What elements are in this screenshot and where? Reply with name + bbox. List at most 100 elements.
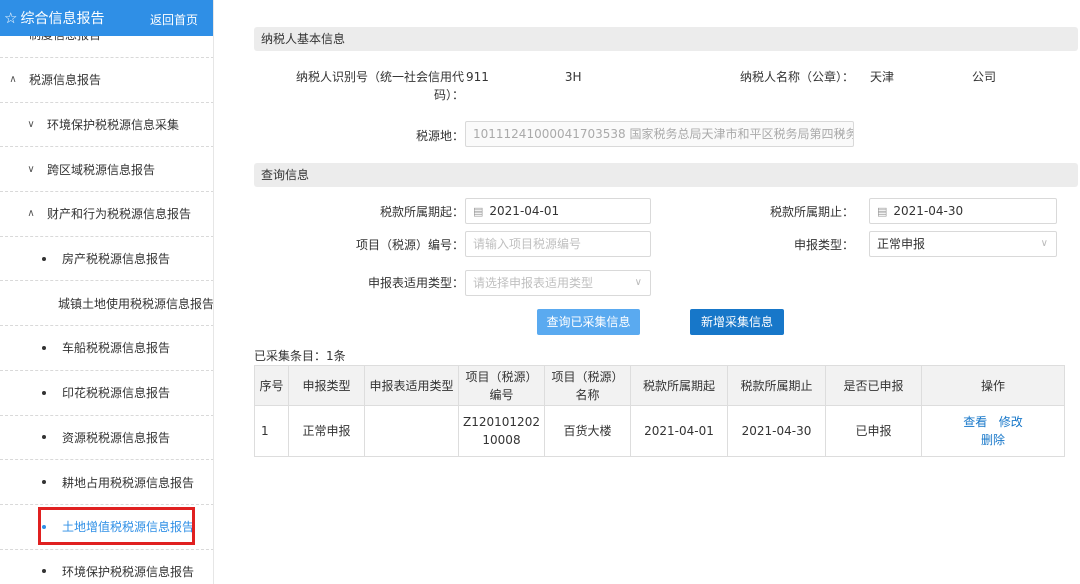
chevron-down-icon: ∨ [1040,238,1048,249]
bullet-icon [42,569,46,574]
cell-period-start: 2021-04-01 [630,405,728,457]
main-content: 纳税人基本信息 纳税人识别号（统一社会信用代码）： 911 3H 纳税人名称（公章… [214,0,1080,584]
chevron-up-icon: ∧ [27,208,35,220]
sidebar-item-label: 房产税税源信息报告 [62,252,171,267]
form-type-placeholder: 请选择申报表适用类型 [473,276,594,290]
taxpayer-id-label: 纳税人识别号（统一社会信用代码）： [295,70,464,102]
col-no: 序号 [254,365,289,406]
section-query-info: 查询信息 [254,163,1078,187]
sidebar-item-property-tax[interactable]: 房产税税源信息报告 [0,237,213,282]
taxpayer-name-label: 纳税人名称（公章）： [739,70,854,84]
home-link[interactable]: 返回首页 [150,11,198,28]
cell-form-type [364,405,459,457]
cell-operations: 查看 修改 删除 [921,405,1065,457]
sidebar-item-label: 城镇土地使用税税源信息报告 [58,296,214,311]
sidebar-item-label: 车船税税源信息报告 [62,341,171,356]
bullet-icon [42,435,46,440]
taxpayer-id-value: 911 3H [466,68,582,86]
col-declared: 是否已申报 [825,365,922,406]
sidebar-menu: ∨ 制度信息报告 ∧ 税源信息报告 ∨ 环境保护税税源信息采集 ∨ 跨区域税源信… [0,14,214,584]
taxpayer-name-value: 天津 公司 [870,68,996,86]
cell-item-name: 百货大楼 [544,405,631,457]
table-row: 1 正常申报 Z12010120210008 百货大楼 2021-04-01 2… [254,405,1065,457]
bullet-icon [42,256,46,261]
period-start-value: 2021-04-01 [489,204,560,218]
declare-type-value: 正常申报 [877,237,926,251]
col-period-start: 税款所属期起 [630,365,728,406]
tax-office-value: 10111241000041703538 国家税务总局天津市和平区税务局第四税务… [473,127,854,141]
taxpayer-name-prefix: 天津 [870,70,895,84]
sidebar-item-tax-source[interactable]: ∧ 税源信息报告 [0,58,213,103]
period-start-label: 税款所属期起： [379,205,464,219]
delete-link[interactable]: 删除 [981,433,1005,447]
chevron-down-icon: ∨ [837,128,845,139]
sidebar-item-label: 财产和行为税税源信息报告 [47,207,192,222]
taxpayer-id-suffix: 3H [564,70,582,84]
edit-link[interactable]: 修改 [999,415,1023,429]
cell-declared: 已申报 [825,405,922,457]
period-end-label: 税款所属期止： [769,205,854,219]
star-icon: ☆ [4,9,18,27]
period-start-input[interactable]: ▤ 2021-04-01 [465,198,651,224]
col-operations: 操作 [921,365,1065,406]
table-header-row: 序号 申报类型 申报表适用类型 项目（税源）编号 项目（税源）名称 税款所属期起… [254,365,1065,406]
chevron-up-icon: ∧ [9,74,17,86]
declare-type-select[interactable]: 正常申报 ∨ [869,231,1057,257]
col-form-type: 申报表适用类型 [364,365,459,406]
col-period-end: 税款所属期止 [727,365,826,406]
item-code-input[interactable]: 请输入项目税源编号 [465,231,651,257]
view-link[interactable]: 查看 [963,415,987,429]
app-root: ∨ 制度信息报告 ∧ 税源信息报告 ∨ 环境保护税税源信息采集 ∨ 跨区域税源信… [0,0,1080,584]
add-collect-button[interactable]: 新增采集信息 [690,309,784,335]
period-end-input[interactable]: ▤ 2021-04-30 [869,198,1057,224]
section-taxpayer-info: 纳税人基本信息 [254,27,1078,51]
calendar-icon: ▤ [473,205,484,218]
cell-declare-type: 正常申报 [288,405,365,457]
sidebar-header: ☆ 综合信息报告 返回首页 [0,0,213,36]
item-code-placeholder: 请输入项目税源编号 [473,237,582,251]
col-declare-type: 申报类型 [288,365,365,406]
chevron-down-icon: ∨ [27,119,35,131]
bullet-icon [42,345,46,350]
col-item-name: 项目（税源）名称 [544,365,631,406]
taxpayer-id-prefix: 911 [466,70,489,84]
chevron-down-icon: ∨ [27,163,35,175]
sidebar-item-label: 环境保护税税源信息报告 [62,564,195,579]
col-item-code: 项目（税源）编号 [458,365,545,406]
tax-office-label: 税源地： [415,129,464,143]
item-code-label: 项目（税源）编号： [355,238,464,252]
calendar-icon: ▤ [877,205,888,218]
sidebar-item-vehicle-tax[interactable]: 车船税税源信息报告 [0,326,213,371]
query-collected-button[interactable]: 查询已采集信息 [537,309,640,335]
tax-office-select[interactable]: 10111241000041703538 国家税务总局天津市和平区税务局第四税务… [465,121,854,147]
sidebar-item-farmland-tax[interactable]: 耕地占用税税源信息报告 [0,460,213,505]
result-count: 已采集条目：1条 [254,349,346,363]
cell-no: 1 [254,405,289,457]
form-type-select[interactable]: 请选择申报表适用类型 ∨ [465,270,651,296]
sidebar-item-label: 耕地占用税税源信息报告 [62,475,195,490]
highlight-box [38,507,195,545]
sidebar-item-label: 环境保护税税源信息采集 [47,118,180,133]
period-end-value: 2021-04-30 [893,204,964,218]
bullet-icon [42,390,46,395]
chevron-down-icon: ∨ [634,277,642,288]
sidebar-item-property-behavior[interactable]: ∧ 财产和行为税税源信息报告 [0,192,213,237]
cell-period-end: 2021-04-30 [727,405,826,457]
sidebar-item-env-collect[interactable]: ∨ 环境保护税税源信息采集 [0,103,213,148]
sidebar-item-label: 印花税税源信息报告 [62,386,171,401]
cell-item-code: Z12010120210008 [458,405,545,457]
sidebar-item-cross-region[interactable]: ∨ 跨区域税源信息报告 [0,147,213,193]
sidebar-item-label: 跨区域税源信息报告 [47,162,156,177]
sidebar-title: 综合信息报告 [20,11,105,27]
results-table: 序号 申报类型 申报表适用类型 项目（税源）编号 项目（税源）名称 税款所属期起… [254,365,1065,457]
sidebar-item-land-use-tax[interactable]: 城镇土地使用税税源信息报告 [0,281,214,327]
form-type-label: 申报表适用类型： [367,276,464,290]
declare-type-label: 申报类型： [793,238,854,252]
sidebar-item-stamp-tax[interactable]: 印花税税源信息报告 [0,371,213,416]
sidebar-item-env-tax[interactable]: 环境保护税税源信息报告 [0,550,213,584]
sidebar-item-label: 资源税税源信息报告 [62,430,171,445]
taxpayer-name-suffix: 公司 [972,70,997,84]
sidebar-item-label: 税源信息报告 [29,73,102,88]
sidebar-item-resource-tax[interactable]: 资源税税源信息报告 [0,416,213,461]
sidebar: ∨ 制度信息报告 ∧ 税源信息报告 ∨ 环境保护税税源信息采集 ∨ 跨区域税源信… [0,0,214,584]
